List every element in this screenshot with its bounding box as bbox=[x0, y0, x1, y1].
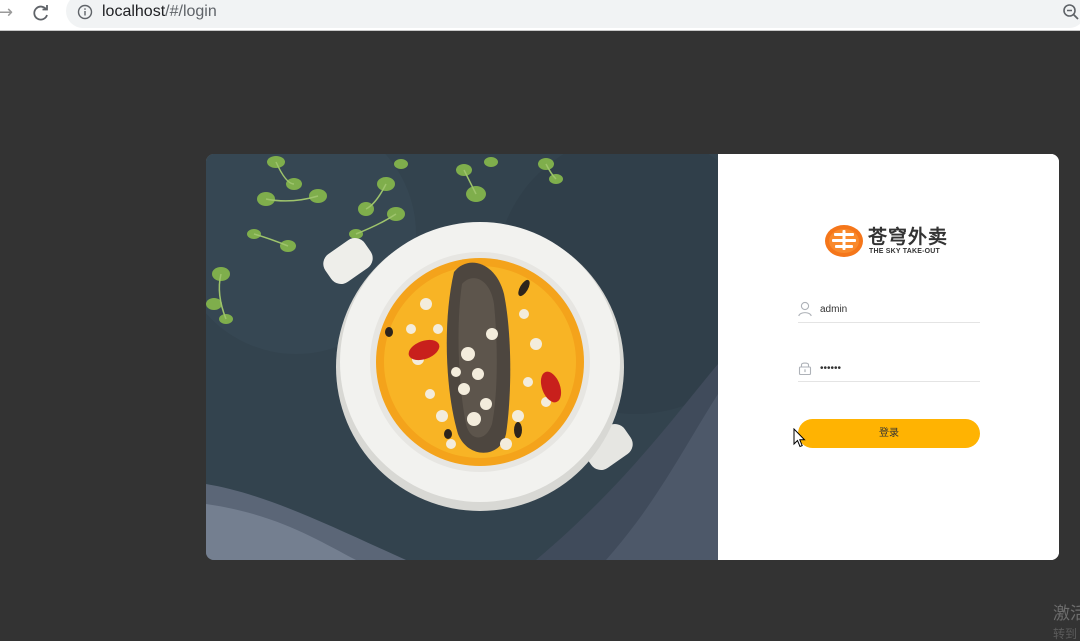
brand-badge-icon bbox=[825, 225, 863, 257]
mouse-cursor-icon bbox=[793, 428, 806, 448]
url-path: /#/login bbox=[165, 3, 217, 20]
password-field bbox=[798, 357, 980, 382]
zoom-out-icon[interactable] bbox=[1062, 3, 1080, 21]
lock-icon bbox=[798, 362, 812, 376]
info-icon[interactable] bbox=[77, 4, 93, 20]
url-text[interactable]: localhost/#/login bbox=[102, 2, 217, 22]
brand-logo: 苍穹外卖 THE SKY TAKE-OUT bbox=[825, 224, 955, 260]
brand-title: 苍穹外卖 bbox=[868, 226, 949, 248]
username-field bbox=[798, 298, 980, 323]
browser-toolbar: → localhost/#/login bbox=[0, 0, 1080, 31]
activation-watermark: 激活 bbox=[1053, 604, 1080, 624]
food-image bbox=[206, 154, 718, 560]
food-illustration bbox=[206, 154, 718, 560]
url-host: localhost bbox=[102, 3, 166, 20]
username-input[interactable] bbox=[820, 300, 975, 318]
user-icon bbox=[798, 301, 812, 317]
reload-icon[interactable] bbox=[31, 3, 51, 23]
address-bar[interactable] bbox=[66, 0, 1080, 28]
login-button[interactable]: 登录 bbox=[798, 419, 980, 448]
login-form-panel: 苍穹外卖 THE SKY TAKE-OUT 登录 bbox=[718, 154, 1059, 560]
login-card: 苍穹外卖 THE SKY TAKE-OUT 登录 bbox=[206, 154, 1059, 560]
arrow-right-icon[interactable]: → bbox=[0, 2, 18, 24]
password-input[interactable] bbox=[820, 359, 975, 377]
brand-subtitle: THE SKY TAKE-OUT bbox=[869, 248, 940, 255]
